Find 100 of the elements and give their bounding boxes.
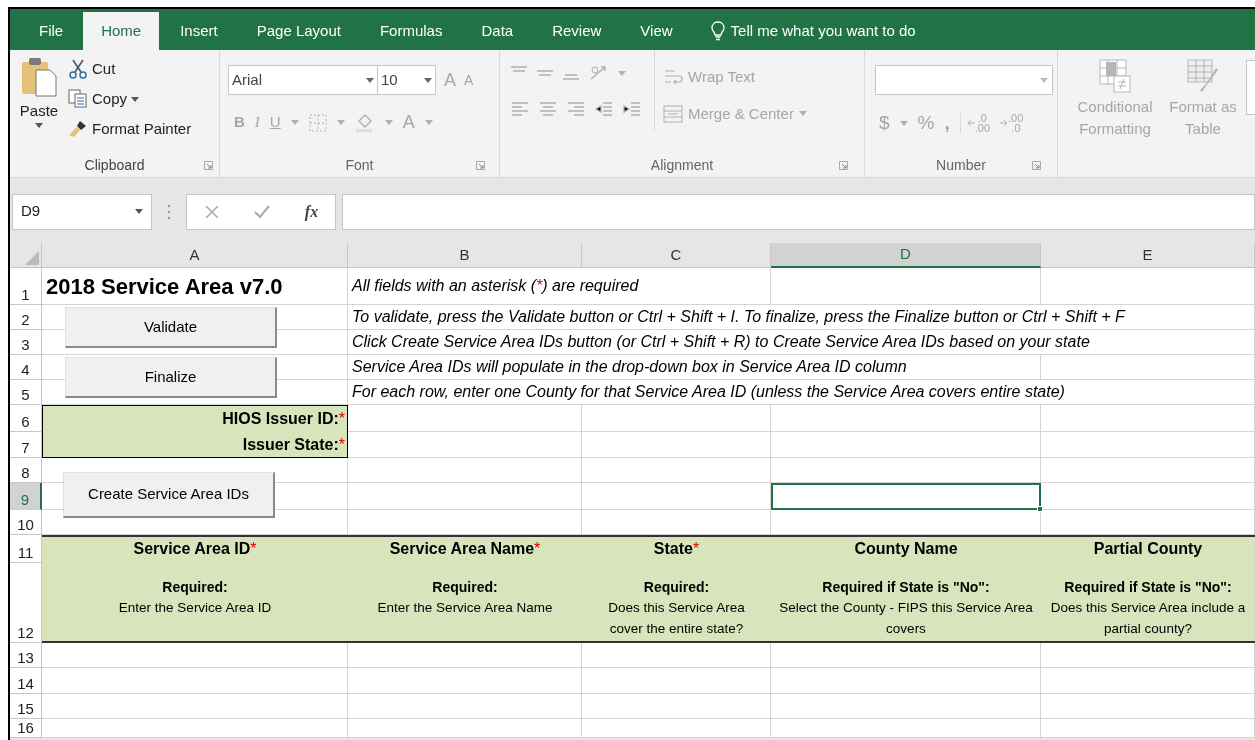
ribbon-tab[interactable]: File (20, 12, 83, 50)
paintbrush-icon (68, 119, 88, 139)
cut-button[interactable]: Cut (68, 56, 192, 82)
empty-cell[interactable] (1041, 483, 1255, 510)
empty-cell[interactable] (348, 643, 582, 668)
cell-cursor[interactable] (771, 483, 1041, 510)
paint-bucket-icon (354, 112, 375, 133)
decrease-indent-icon (594, 100, 614, 118)
row-header[interactable]: 5 (10, 380, 42, 405)
empty-cell[interactable] (348, 483, 582, 510)
empty-cell[interactable] (1041, 719, 1255, 738)
row-header[interactable]: 15 (10, 694, 42, 719)
empty-cell[interactable] (582, 432, 771, 458)
empty-cell[interactable] (348, 719, 582, 738)
column-header[interactable]: A (42, 243, 348, 268)
caret-icon (131, 96, 140, 102)
caret-icon (366, 77, 374, 83)
format-painter-button[interactable]: Format Painter (68, 116, 192, 142)
hint-text: Select the County - FIPS this Service Area covers (778, 599, 1034, 638)
row-header[interactable]: 6 (10, 405, 42, 432)
ribbon-tab[interactable]: View (621, 12, 692, 50)
group-label: Font (345, 155, 374, 175)
sheet-button[interactable]: Create Service Area IDs (63, 472, 275, 518)
empty-cell[interactable] (1041, 432, 1255, 458)
empty-cell[interactable] (582, 483, 771, 510)
empty-cell[interactable] (582, 719, 771, 738)
row-header[interactable]: 12 (10, 563, 42, 643)
empty-cell[interactable] (771, 458, 1041, 483)
empty-cell[interactable] (1041, 694, 1255, 719)
empty-cell[interactable] (771, 432, 1041, 458)
search-hint[interactable]: Tell me what you want to do (730, 19, 916, 43)
copy-button[interactable]: Copy (68, 86, 192, 112)
empty-cell[interactable] (771, 694, 1041, 719)
caret-icon (1040, 77, 1048, 83)
arrow-icon (966, 119, 975, 128)
empty-cell[interactable] (771, 668, 1041, 694)
empty-cell[interactable] (771, 268, 1041, 305)
align-right-icon (566, 100, 586, 118)
merge-cells-icon (663, 104, 683, 123)
empty-cell[interactable] (582, 668, 771, 694)
empty-cell[interactable] (582, 694, 771, 719)
empty-cell[interactable] (348, 458, 582, 483)
ribbon-tab[interactable]: Page Layout (237, 12, 360, 50)
hint-text: Enter the Service Area ID (117, 599, 273, 617)
column-header[interactable]: B (348, 243, 582, 268)
column-header[interactable]: C (582, 243, 771, 268)
row-header[interactable]: 2 (10, 305, 42, 330)
align-left-icon (510, 100, 530, 118)
empty-cell[interactable] (771, 719, 1041, 738)
insert-function-button[interactable]: fx (304, 199, 319, 224)
row-header[interactable]: 9 (10, 483, 42, 510)
ribbon-tab[interactable]: Formulas (360, 12, 462, 50)
clipboard-icon (20, 56, 58, 98)
empty-cell[interactable] (582, 405, 771, 432)
caret-icon (798, 111, 807, 117)
empty-cell[interactable] (582, 643, 771, 668)
row-header[interactable]: 16 (10, 719, 42, 738)
cancel-icon (203, 203, 220, 220)
column-header[interactable]: E (1041, 243, 1255, 268)
middle-align-icon (536, 70, 554, 76)
caret-icon (135, 209, 143, 214)
row-header[interactable]: 11 (10, 535, 42, 563)
empty-cell[interactable] (1041, 643, 1255, 668)
empty-cell[interactable] (1041, 268, 1255, 305)
empty-cell[interactable] (1041, 355, 1255, 380)
empty-cell[interactable] (771, 405, 1041, 432)
ribbon-tab[interactable]: Review (533, 12, 621, 50)
row-header[interactable]: 1 (10, 268, 42, 305)
ribbon-tab[interactable]: Home (83, 12, 160, 50)
column-header[interactable]: D (771, 243, 1041, 268)
empty-cell[interactable] (771, 643, 1041, 668)
empty-cell[interactable] (582, 510, 771, 535)
ribbon-tab[interactable]: Insert (161, 12, 237, 50)
empty-cell[interactable] (348, 668, 582, 694)
empty-cell[interactable] (1041, 405, 1255, 432)
empty-cell[interactable] (348, 694, 582, 719)
paste-button[interactable]: Paste (10, 50, 68, 153)
row-header[interactable]: 4 (10, 355, 42, 380)
empty-cell[interactable] (1041, 668, 1255, 694)
row-header[interactable]: 14 (10, 668, 42, 694)
name-box[interactable]: D9 (12, 193, 152, 230)
sheet-button[interactable]: Finalize (65, 357, 277, 398)
empty-cell[interactable] (771, 510, 1041, 535)
row-header[interactable]: 10 (10, 510, 42, 535)
fill-handle[interactable] (1037, 506, 1043, 512)
instruction-text: All fields with an asterisk (*) are required (348, 268, 771, 305)
row-header[interactable]: 8 (10, 458, 42, 483)
caret-icon (35, 122, 43, 128)
column-heading: Service Area Name* (348, 535, 582, 563)
empty-cell[interactable] (348, 510, 582, 535)
empty-cell[interactable] (582, 458, 771, 483)
ribbon-tab[interactable]: Data (462, 12, 533, 50)
formula-input[interactable] (342, 193, 1255, 230)
empty-cell[interactable] (1041, 458, 1255, 483)
row-header[interactable]: 3 (10, 330, 42, 355)
row-header[interactable]: 7 (10, 432, 42, 458)
column-heading: State* (582, 535, 771, 563)
row-header[interactable]: 13 (10, 643, 42, 668)
sheet-button[interactable]: Validate (65, 307, 277, 348)
empty-cell[interactable] (1041, 510, 1255, 535)
